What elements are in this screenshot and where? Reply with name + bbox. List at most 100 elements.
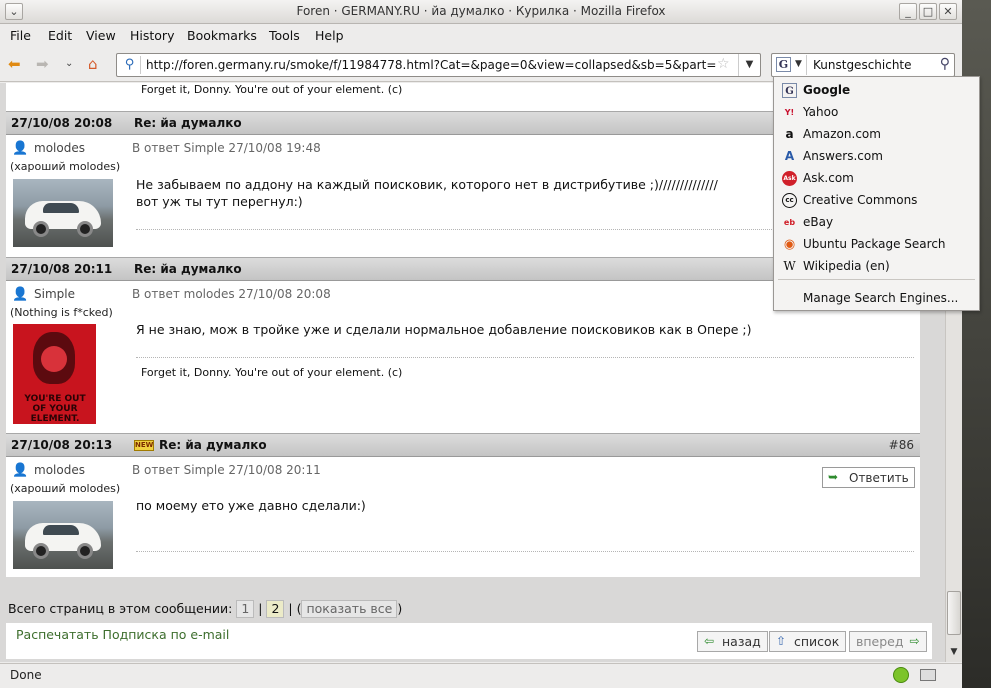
mail-icon[interactable] <box>920 669 936 681</box>
post-date: 27/10/08 20:08 <box>11 116 113 130</box>
forward-button-label: вперед <box>856 634 904 649</box>
author-name[interactable]: molodes <box>34 141 85 155</box>
manage-search-engines[interactable]: Manage Search Engines... <box>774 287 979 309</box>
author-title: (хароший molodes) <box>10 482 121 495</box>
reply-arrow-icon: ➥ <box>828 470 839 484</box>
post-subject[interactable]: Re: йа думалко <box>134 262 242 276</box>
post-text-line: Я не знаю, мож в тройке уже и сделали но… <box>136 322 752 337</box>
engine-item-creative-commons[interactable]: cc Creative Commons <box>774 189 979 211</box>
reply-reference[interactable]: В ответ Simple 27/10/08 19:48 <box>132 141 321 155</box>
reply-reference[interactable]: В ответ Simple 27/10/08 20:11 <box>132 463 321 477</box>
search-icon[interactable]: ⚲ <box>940 56 950 72</box>
menu-bar: File Edit View History Bookmarks Tools H… <box>0 25 962 47</box>
new-badge: NEW <box>134 440 154 451</box>
site-identity-icon[interactable]: ⚲ <box>119 56 141 74</box>
list-button[interactable]: ⇧ список <box>769 631 847 652</box>
close-button[interactable]: ✕ <box>939 3 957 20</box>
post-text-line: Не забываем по аддону на каждый поискови… <box>136 177 718 192</box>
menu-view[interactable]: View <box>86 28 116 43</box>
post-subject[interactable]: Re: йа думалко <box>134 116 242 130</box>
engine-label: Yahoo <box>803 105 839 119</box>
search-engines-menu: G Google Y! Yahoo a Amazon.com A Answers… <box>773 76 980 311</box>
list-button-label: список <box>794 634 840 649</box>
user-icon: 👤 <box>12 463 29 478</box>
author-name[interactable]: Simple <box>34 287 75 301</box>
divider <box>136 357 914 358</box>
maximize-button[interactable]: □ <box>919 3 937 20</box>
status-text: Done <box>10 668 42 682</box>
post-subject[interactable]: Re: йа думалко <box>159 438 267 452</box>
post-date: 27/10/08 20:13 <box>11 438 113 452</box>
answers-icon: A <box>784 149 795 163</box>
search-engine-button[interactable]: G ▼ <box>773 55 807 75</box>
url-bar[interactable]: ⚲ http://foren.germany.ru/smoke/f/119847… <box>116 53 761 77</box>
menu-tools[interactable]: Tools <box>269 28 300 43</box>
engine-label: Google <box>803 83 851 97</box>
engine-item-yahoo[interactable]: Y! Yahoo <box>774 101 979 123</box>
forward-arrow-icon[interactable]: ➡ <box>36 56 49 72</box>
avatar-caption: YOU'RE OUT OF YOUR ELEMENT. <box>24 394 86 424</box>
engine-label: Creative Commons <box>803 193 918 207</box>
page-current-2: 2 <box>266 600 285 618</box>
bookmark-star-icon[interactable]: ☆ <box>717 56 730 72</box>
menu-separator <box>778 279 975 280</box>
engine-item-google[interactable]: G Google <box>774 79 979 101</box>
creative-commons-icon: cc <box>782 193 797 208</box>
ubuntu-icon: ◉ <box>783 237 796 252</box>
back-arrow-icon[interactable]: ⬅ <box>8 56 21 72</box>
ebay-icon: eb <box>783 218 796 227</box>
amazon-icon: a <box>785 127 794 141</box>
avatar <box>13 179 113 247</box>
left-arrow-icon: ⇦ <box>704 634 715 648</box>
reply-button[interactable]: ➥ Ответить <box>822 467 915 488</box>
engine-label: Wikipedia (en) <box>803 259 890 273</box>
menu-bookmarks[interactable]: Bookmarks <box>187 28 257 43</box>
search-bar[interactable]: G ▼ Kunstgeschichte ⚲ <box>771 53 955 77</box>
menu-file[interactable]: File <box>10 28 31 43</box>
minimize-button[interactable]: _ <box>899 3 917 20</box>
wikipedia-icon: W <box>783 259 796 273</box>
ask-icon: Ask <box>782 171 797 186</box>
back-button-label: назад <box>722 634 761 649</box>
post-number[interactable]: #86 <box>889 438 914 452</box>
addon-status-icon[interactable] <box>893 667 909 683</box>
print-subscribe-links[interactable]: Распечатать Подписка по e-mail <box>16 627 229 642</box>
google-icon: G <box>776 57 791 72</box>
engine-item-ubuntu[interactable]: ◉ Ubuntu Package Search <box>774 233 979 255</box>
engine-item-ask[interactable]: Ask Ask.com <box>774 167 979 189</box>
home-icon[interactable]: ⌂ <box>88 56 98 72</box>
reply-reference[interactable]: В ответ molodes 27/10/08 20:08 <box>132 287 331 301</box>
avatar <box>13 501 113 569</box>
previous-post-signature: Forget it, Donny. You're out of your ele… <box>141 83 403 96</box>
status-bar: Done <box>0 663 962 688</box>
scroll-down-icon[interactable]: ▼ <box>947 645 961 660</box>
scrollbar-thumb[interactable] <box>947 591 961 635</box>
forward-button[interactable]: ⇨ вперед <box>849 631 927 652</box>
right-arrow-icon: ⇨ <box>909 634 920 648</box>
menu-edit[interactable]: Edit <box>48 28 72 43</box>
url-text[interactable]: http://foren.germany.ru/smoke/f/11984778… <box>146 58 716 72</box>
user-icon: 👤 <box>12 141 29 156</box>
menu-help[interactable]: Help <box>315 28 344 43</box>
url-dropdown-icon[interactable]: ▼ <box>738 54 760 76</box>
manage-search-engines-label: Manage Search Engines... <box>803 291 959 305</box>
show-all-link[interactable]: показать все <box>301 600 398 618</box>
page-link-1[interactable]: 1 <box>236 600 255 618</box>
engine-item-answers[interactable]: A Answers.com <box>774 145 979 167</box>
author-title: (хароший molodes) <box>10 160 121 173</box>
pagination: Всего страниц в этом сообщении: 1 | 2 | … <box>8 600 403 618</box>
post-text-line: по моему ето уже давно сделали:) <box>136 498 366 513</box>
back-button[interactable]: ⇦ назад <box>697 631 768 652</box>
post-text-line: вот уж ты тут перегнул:) <box>136 194 303 209</box>
pagination-label: Всего страниц в этом сообщении: <box>8 601 233 616</box>
menu-history[interactable]: History <box>130 28 174 43</box>
title-bar: ⌄ Foren · GERMANY.RU · йа думалко · Кури… <box>0 0 962 24</box>
author-name[interactable]: molodes <box>34 463 85 477</box>
user-icon: 👤 <box>12 287 29 302</box>
engine-item-ebay[interactable]: eb eBay <box>774 211 979 233</box>
search-input[interactable]: Kunstgeschichte <box>813 58 912 72</box>
post-date: 27/10/08 20:11 <box>11 262 113 276</box>
history-dropdown-icon[interactable]: ⌄ <box>65 56 73 72</box>
engine-item-amazon[interactable]: a Amazon.com <box>774 123 979 145</box>
engine-item-wikipedia[interactable]: W Wikipedia (en) <box>774 255 979 277</box>
